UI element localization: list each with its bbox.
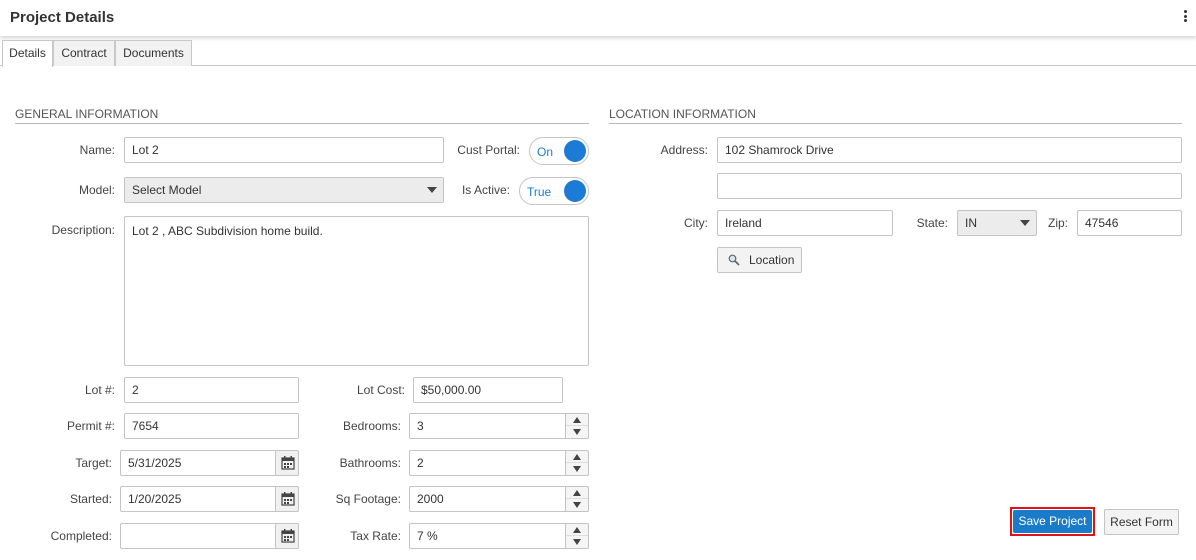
decrement-arrow-icon[interactable] xyxy=(566,426,588,438)
cust-portal-toggle-text: On xyxy=(537,145,554,159)
decrement-arrow-icon[interactable] xyxy=(566,463,588,475)
city-label: City: xyxy=(684,216,708,230)
is-active-toggle-text: True xyxy=(527,185,552,199)
chevron-down-icon xyxy=(427,187,437,193)
target-date-field[interactable]: 5/31/2025 xyxy=(120,450,299,476)
location-button[interactable]: Location xyxy=(717,247,802,273)
zip-field[interactable]: 47546 xyxy=(1077,210,1182,236)
increment-arrow-icon[interactable] xyxy=(566,487,588,499)
bathrooms-spinner[interactable] xyxy=(565,450,589,476)
calendar-button[interactable] xyxy=(275,523,299,549)
completed-date-field[interactable] xyxy=(120,523,299,549)
more-vertical-icon[interactable] xyxy=(1182,10,1188,26)
model-select[interactable]: Select Model xyxy=(124,177,444,203)
bedrooms-spinner[interactable] xyxy=(565,413,589,439)
toggle-knob xyxy=(564,180,586,202)
decrement-arrow-icon[interactable] xyxy=(566,536,588,548)
sq-footage-stepper[interactable]: 2000 xyxy=(409,486,589,512)
calendar-icon xyxy=(281,529,295,543)
bedrooms-stepper[interactable]: 3 xyxy=(409,413,589,439)
toggle-knob xyxy=(564,140,586,162)
permit-label: Permit #: xyxy=(66,419,115,433)
zip-label: Zip: xyxy=(1047,216,1068,230)
lot-number-field[interactable]: 2 xyxy=(124,377,299,403)
bathrooms-stepper[interactable]: 2 xyxy=(409,450,589,476)
calendar-button[interactable] xyxy=(275,486,299,512)
lot-cost-label: Lot Cost: xyxy=(356,383,405,397)
tax-rate-spinner[interactable] xyxy=(565,523,589,549)
state-select[interactable]: IN xyxy=(957,210,1037,236)
tax-rate-stepper[interactable]: 7 % xyxy=(409,523,589,549)
reset-form-button[interactable]: Reset Form xyxy=(1104,509,1179,535)
tax-rate-label: Tax Rate: xyxy=(350,529,401,543)
bathrooms-value: 2 xyxy=(417,456,424,470)
increment-arrow-icon[interactable] xyxy=(566,451,588,463)
city-field[interactable]: Ireland xyxy=(717,210,893,236)
tab-details[interactable]: Details xyxy=(2,40,53,67)
page-title: Project Details xyxy=(10,9,115,26)
increment-arrow-icon[interactable] xyxy=(566,414,588,426)
general-section-title: GENERAL INFORMATION xyxy=(15,107,589,124)
state-select-value: IN xyxy=(965,216,977,230)
started-date-field[interactable]: 1/20/2025 xyxy=(120,486,299,512)
address-line2-field[interactable] xyxy=(717,173,1182,199)
cust-portal-label: Cust Portal: xyxy=(457,143,520,157)
description-label: Description: xyxy=(51,223,115,237)
decrement-arrow-icon[interactable] xyxy=(566,499,588,511)
increment-arrow-icon[interactable] xyxy=(566,524,588,536)
target-date-value: 5/31/2025 xyxy=(128,456,182,470)
magnifier-icon xyxy=(728,254,740,266)
model-label: Model: xyxy=(78,183,115,197)
permit-field[interactable]: 7654 xyxy=(124,413,299,439)
address-label: Address: xyxy=(660,143,708,157)
target-label: Target: xyxy=(75,456,112,470)
sq-footage-value: 2000 xyxy=(417,492,444,506)
started-date-value: 1/20/2025 xyxy=(128,492,182,506)
bedrooms-value: 3 xyxy=(417,419,424,433)
completed-label: Completed: xyxy=(50,529,112,543)
location-button-label: Location xyxy=(749,253,795,267)
started-label: Started: xyxy=(69,492,112,506)
state-label: State: xyxy=(916,216,948,230)
sq-footage-spinner[interactable] xyxy=(565,486,589,512)
page-header: Project Details xyxy=(0,0,1196,36)
calendar-icon xyxy=(281,456,295,470)
cust-portal-toggle[interactable]: On xyxy=(529,137,589,165)
calendar-icon xyxy=(281,492,295,506)
tab-bar: Details Contract Documents xyxy=(0,40,1196,67)
name-field[interactable]: Lot 2 xyxy=(124,137,444,163)
lot-cost-field[interactable]: $50,000.00 xyxy=(413,377,563,403)
calendar-button[interactable] xyxy=(275,450,299,476)
address-line1-field[interactable]: 102 Shamrock Drive xyxy=(717,137,1182,163)
lot-number-label: Lot #: xyxy=(84,383,115,397)
tab-contract[interactable]: Contract xyxy=(53,40,115,66)
name-label: Name: xyxy=(79,143,115,157)
tax-rate-value: 7 % xyxy=(417,529,438,543)
tab-documents[interactable]: Documents xyxy=(115,40,192,66)
is-active-label: Is Active: xyxy=(461,183,510,197)
chevron-down-icon xyxy=(1020,220,1030,226)
bedrooms-label: Bedrooms: xyxy=(342,419,401,433)
is-active-toggle[interactable]: True xyxy=(519,177,589,205)
save-project-button[interactable]: Save Project xyxy=(1013,510,1092,533)
bathrooms-label: Bathrooms: xyxy=(339,456,401,470)
description-textarea[interactable]: Lot 2 , ABC Subdivision home build. xyxy=(124,216,589,366)
sq-footage-label: Sq Footage: xyxy=(335,492,401,506)
model-select-value: Select Model xyxy=(132,183,202,197)
location-section-title: LOCATION INFORMATION xyxy=(609,107,1182,124)
